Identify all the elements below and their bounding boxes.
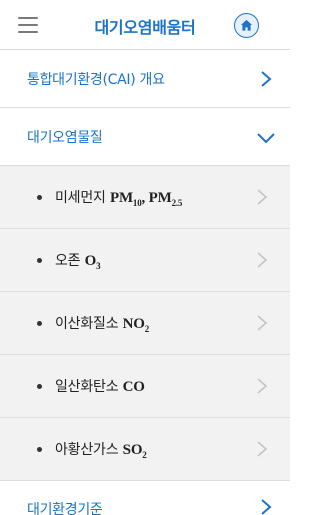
pollutants-submenu: 미세먼지 PM10, PM2.5 오존 O3 이산화질소 NO2 일산화탄소 CO 아황…	[0, 166, 290, 481]
pollutant-name: 아황산가스	[55, 442, 119, 458]
submenu-item[interactable]: 이산화질소 NO2	[0, 292, 290, 355]
home-icon	[240, 19, 253, 31]
pollutant-formula: O3	[84, 253, 101, 271]
formula-subscript: 2	[144, 324, 150, 334]
pollutant-formula: PM10, PM2.5	[110, 190, 183, 208]
bullet-icon	[37, 321, 42, 326]
pollutant-name: 오존	[55, 253, 81, 269]
bullet-icon	[37, 195, 42, 200]
chevron-right-icon	[261, 499, 272, 515]
submenu-item[interactable]: 미세먼지 PM10, PM2.5	[0, 166, 290, 229]
chevron-right-icon	[261, 71, 272, 87]
formula-subscript: 3	[96, 261, 101, 271]
formula-text: PM	[110, 190, 133, 206]
pollutant-formula: CO	[123, 379, 145, 395]
chevron-right-icon	[257, 189, 268, 205]
submenu-item-label: 이산화질소 NO2	[55, 313, 149, 334]
home-button[interactable]	[234, 13, 259, 38]
pollutant-formula: NO2	[122, 316, 150, 334]
chevron-right-icon	[257, 315, 268, 331]
menu-item-pollutants[interactable]: 대기오염물질	[0, 108, 290, 166]
bullet-icon	[37, 258, 42, 263]
submenu-item-label: 일산화탄소 CO	[55, 376, 145, 396]
formula-text: O	[84, 253, 97, 269]
pollutant-name: 미세먼지	[55, 190, 106, 206]
submenu-item-label: 오존 O3	[55, 250, 101, 271]
chevron-right-icon	[257, 252, 268, 268]
formula-text: CO	[122, 379, 145, 395]
submenu-item[interactable]: 일산화탄소 CO	[0, 355, 290, 418]
chevron-down-icon	[257, 133, 275, 144]
app-header: 대기오염배움터	[0, 0, 290, 50]
bullet-icon	[37, 447, 42, 452]
menu-item-cai-overview[interactable]: 통합대기환경(CAI) 개요	[0, 50, 290, 108]
submenu-item[interactable]: 오존 O3	[0, 229, 290, 292]
formula-subscript: 2	[142, 450, 147, 460]
submenu-item[interactable]: 아황산가스 SO2	[0, 418, 290, 481]
menu-item-label: 대기환경기준	[27, 502, 103, 515]
formula-subscript: 10	[132, 198, 142, 208]
chevron-right-icon	[257, 378, 268, 394]
menu-item-air-standards[interactable]: 대기환경기준	[0, 481, 290, 515]
menu-item-label: 대기오염물질	[27, 130, 103, 146]
formula-subscript: 2.5	[171, 198, 183, 208]
formula-text: SO	[122, 442, 143, 458]
pollutant-formula: SO2	[122, 442, 147, 460]
submenu-item-label: 아황산가스 SO2	[55, 439, 147, 460]
pollutant-name: 일산화탄소	[55, 379, 119, 395]
formula-text: NO	[122, 316, 145, 332]
pollutant-name: 이산화질소	[55, 316, 119, 332]
chevron-right-icon	[257, 441, 268, 457]
submenu-item-label: 미세먼지 PM10, PM2.5	[55, 187, 182, 208]
bullet-icon	[37, 384, 42, 389]
menu-item-label: 통합대기환경(CAI) 개요	[27, 72, 165, 88]
main-menu: 통합대기환경(CAI) 개요 대기오염물질 미세먼지 PM10, PM2.5 오존…	[0, 50, 290, 515]
formula-text: , PM	[141, 190, 172, 206]
